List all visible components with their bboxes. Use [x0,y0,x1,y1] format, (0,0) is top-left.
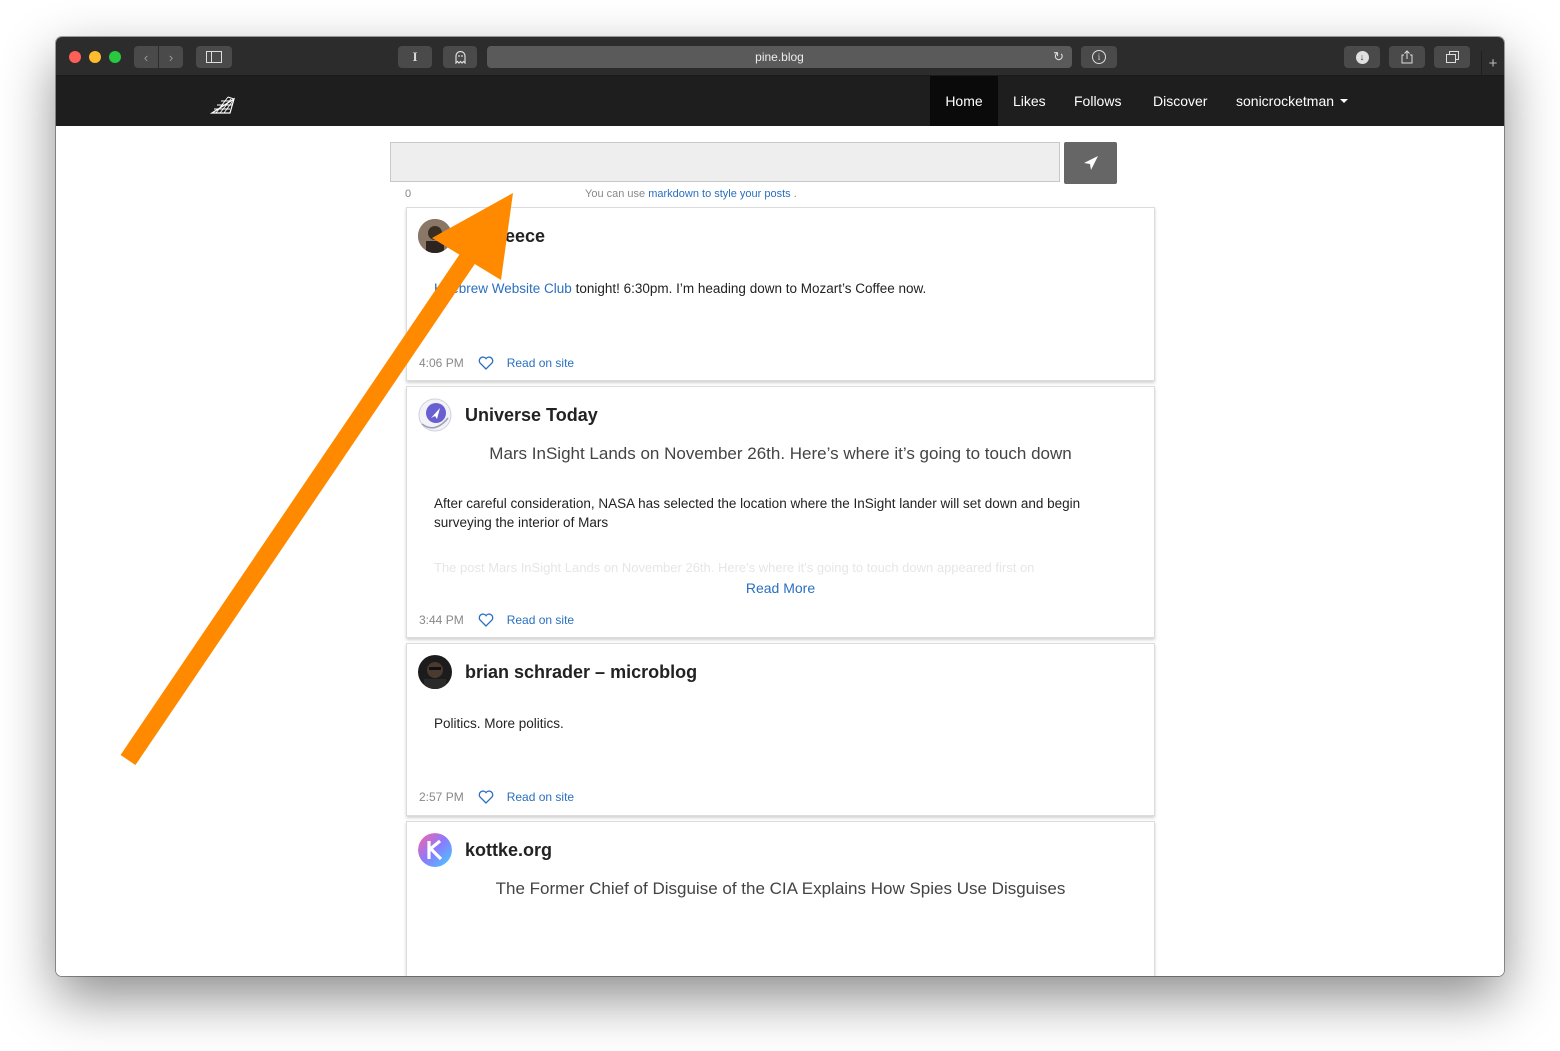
zoom-window-button[interactable] [109,51,121,63]
post-author[interactable]: kottke.org [465,840,552,861]
reload-icon[interactable]: ↻ [1053,49,1064,65]
back-button[interactable]: ‹ [134,46,158,68]
chevron-left-icon: ‹ [143,49,149,65]
nav-likes[interactable]: Likes [998,76,1061,126]
post-body: After careful consideration, NASA has se… [434,496,1081,530]
browser-window: ‹ › I pine.blog ↻ i ↓ + Home Likes Follo… [56,37,1504,976]
chevron-right-icon: › [168,49,174,65]
nav-home[interactable]: Home [930,76,998,126]
post-author[interactable]: brian schrader – microblog [465,662,697,683]
ghost-icon [454,50,466,64]
post-author[interactable]: Universe Today [465,405,598,426]
heart-icon[interactable] [478,613,494,627]
post-card: on Reece Hnebrew Website Club tonight! 6… [406,207,1155,381]
share-icon [1401,50,1413,64]
reader-button[interactable]: I [398,46,432,68]
nav-follows[interactable]: Follows [1059,76,1136,126]
send-post-button[interactable] [1064,142,1117,184]
post-faded-text: The post Mars InSight Lands on November … [434,560,1035,575]
user-name: sonicrocketman [1236,93,1335,109]
ghostery-button[interactable] [443,46,477,68]
nav-discover[interactable]: Discover [1138,76,1222,126]
author-avatar[interactable] [418,398,452,432]
minimize-window-button[interactable] [89,51,101,63]
new-tab-button[interactable]: + [1481,51,1504,75]
post-meta: 2:57 PM Read on site [419,790,574,804]
browser-toolbar: ‹ › I pine.blog ↻ i ↓ + [56,37,1504,76]
markdown-hint: You can use markdown to style your posts… [585,188,797,200]
tabs-overview-button[interactable] [1434,46,1470,68]
post-title[interactable]: The Former Chief of Disguise of the CIA … [407,879,1154,899]
post-composer-input[interactable] [390,142,1060,182]
post-time: 3:44 PM [419,613,464,627]
sidebar-icon [206,51,222,63]
tabs-icon [1445,51,1459,63]
author-avatar[interactable] [418,219,452,253]
paper-plane-icon [1083,156,1098,170]
post-meta: 3:44 PM Read on site [419,613,574,627]
author-avatar[interactable] [418,655,452,689]
downloads-button[interactable]: ↓ [1344,46,1380,68]
share-button[interactable] [1389,46,1425,68]
info-button[interactable]: i [1081,46,1117,68]
sidebar-button[interactable] [196,46,232,68]
url-text: pine.blog [755,50,804,64]
post-time: 2:57 PM [419,790,464,804]
caret-down-icon [1340,99,1349,103]
page-content: 0 You can use markdown to style your pos… [56,126,1504,976]
user-menu[interactable]: sonicrocketman [1221,76,1363,126]
post-meta: 4:06 PM Read on site [419,356,574,370]
read-on-site-link[interactable]: Read on site [507,790,574,804]
post-title[interactable]: Mars InSight Lands on November 26th. Her… [407,444,1154,464]
site-navbar: Home Likes Follows Discover sonicrocketm… [56,76,1504,126]
heart-icon[interactable] [478,790,494,804]
download-icon: ↓ [1355,50,1369,64]
read-more-link[interactable]: Read More [407,580,1154,596]
post-author[interactable]: on Reece [465,226,545,247]
forward-button[interactable]: › [159,46,183,68]
author-avatar[interactable] [418,833,452,867]
heart-icon[interactable] [478,356,494,370]
info-icon: i [1092,50,1106,64]
address-bar[interactable]: pine.blog ↻ [487,46,1072,68]
read-on-site-link[interactable]: Read on site [507,613,574,627]
post-body-link[interactable]: Hnebrew Website Club [434,281,572,296]
pine-logo-icon[interactable] [209,93,238,120]
post-time: 4:06 PM [419,356,464,370]
post-body: Hnebrew Website Club tonight! 6:30pm. I’… [434,281,927,296]
close-window-button[interactable] [69,51,81,63]
post-card: kottke.org The Former Chief of Disguise … [406,821,1155,976]
markdown-link[interactable]: markdown to style your posts [648,188,790,200]
character-count: 0 [405,188,412,200]
post-card: Universe Today Mars InSight Lands on Nov… [406,386,1155,638]
post-body: Politics. More politics. [434,716,564,731]
post-card: brian schrader – microblog Politics. Mor… [406,643,1155,816]
read-on-site-link[interactable]: Read on site [507,356,574,370]
